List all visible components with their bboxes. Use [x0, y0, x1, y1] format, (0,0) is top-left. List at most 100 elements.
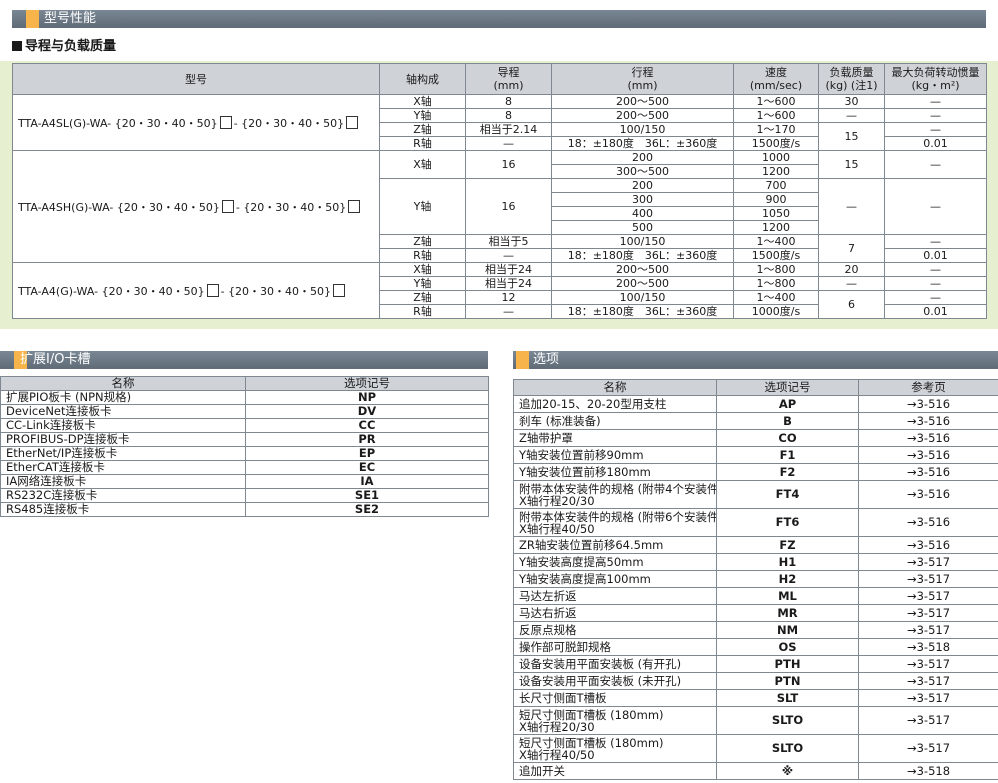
option-name: Y轴安装位置前移90mm — [519, 447, 644, 462]
lead-cell: 16 — [465, 150, 552, 179]
table-row: Y轴安装高度提高50mm H1 →3-517 — [513, 553, 998, 571]
axis-cell: Y轴 — [379, 108, 466, 123]
table-row: CC-Link连接板卡 CC — [0, 418, 489, 433]
lead-cell: 12 — [465, 290, 552, 305]
lead-cell: 相当于24 — [465, 276, 552, 291]
section-accent-mark — [26, 10, 39, 28]
table-row: TTA-A4SL(G)-WA- {20・30・40・50} - {20・30・40… — [12, 94, 987, 151]
option-page-cell: →3-516 — [858, 412, 998, 430]
option-name: Z轴带护罩 — [519, 430, 573, 445]
option-name: 长尺寸侧面T槽板 — [519, 690, 607, 705]
table-row: 操作部可脱卸规格 OS →3-518 — [513, 638, 998, 656]
option-page-cell: →3-517 — [858, 689, 998, 707]
option-code-cell: SLTO — [716, 734, 859, 763]
inertia-cell: — — [884, 94, 987, 109]
axis-cell: Z轴 — [379, 234, 466, 249]
section-header-options: 选项 — [513, 351, 998, 369]
payload-cell: 15 — [818, 150, 885, 179]
option-page-cell: →3-517 — [858, 734, 998, 763]
option-code-cell: FT4 — [716, 480, 859, 509]
option-code-cell: F2 — [716, 463, 859, 481]
lead-cell: 相当于2.14 — [465, 122, 552, 137]
header-page: 参考页 — [858, 379, 998, 396]
table-row: RS485连接板卡 SE2 — [0, 502, 489, 517]
option-name-cell: 附带本体安装件的规格 (附带6个安装件) X轴行程40/50 — [513, 508, 717, 537]
header-payload: 负载质量 (kg) (注1) — [818, 63, 885, 95]
payload-cell: 7 — [818, 234, 885, 263]
option-code-cell: MR — [716, 604, 859, 622]
speed-cell: 1～800 — [733, 262, 819, 277]
inertia-cell: 0.01 — [884, 136, 987, 151]
option-page-cell: →3-518 — [858, 638, 998, 656]
option-name-cell: 马达左折返 — [513, 587, 717, 605]
lead-cell: 相当于5 — [465, 234, 552, 249]
option-page-cell: →3-516 — [858, 446, 998, 464]
speed-cell: 1000度/s — [733, 304, 819, 319]
option-code-cell: F1 — [716, 446, 859, 464]
axis-cell: R轴 — [379, 248, 466, 263]
table-row: PROFIBUS-DP连接板卡 PR — [0, 432, 489, 447]
option-code-cell: SLTO — [716, 706, 859, 735]
inertia-cell: 0.01 — [884, 304, 987, 319]
option-code-cell: ML — [716, 587, 859, 605]
lead-cell: 8 — [465, 108, 552, 123]
speed-cell: 1050 — [733, 206, 819, 221]
table-row: 反原点规格 NM →3-517 — [513, 621, 998, 639]
option-name-note: X轴行程20/30 — [519, 719, 595, 734]
option-name-cell: 设备安装用平面安装板 (未开孔) — [513, 672, 717, 690]
io-table: 名称 选项记号 扩展PIO板卡 (NPN规格) NP DeviceNet连接板卡 DV… — [0, 376, 489, 517]
stroke-cell: 100/150 — [551, 122, 734, 137]
speed-cell: 1～600 — [733, 108, 819, 123]
speed-cell: 1～400 — [733, 290, 819, 305]
option-name-cell: Y轴安装位置前移90mm — [513, 446, 717, 464]
spec-header-row: 型号 轴构成 导程 (mm) 行程 (mm) 速度 (mm/sec) 负载质量 … — [12, 63, 987, 95]
payload-cell: 30 — [818, 94, 885, 109]
option-name: 设备安装用平面安装板 (未开孔) — [519, 673, 682, 688]
stroke-cell: 500 — [551, 220, 734, 235]
axis-cell: X轴 — [379, 150, 466, 179]
payload-cell: — — [818, 108, 885, 123]
table-row: 刹车 (标准装备) B →3-516 — [513, 412, 998, 430]
table-row: 扩展PIO板卡 (NPN规格) NP — [0, 390, 489, 405]
option-name: Y轴安装高度提高100mm — [519, 571, 651, 586]
io-code-cell: SE2 — [245, 502, 489, 517]
io-name-cell: EtherNet/IP连接板卡 — [0, 446, 246, 461]
option-code-cell: NM — [716, 621, 859, 639]
checkbox-placeholder — [206, 283, 219, 297]
inertia-cell: — — [884, 290, 987, 305]
table-row: 马达左折返 ML →3-517 — [513, 587, 998, 605]
table-row: IA网络连接板卡 IA — [0, 474, 489, 489]
speed-cell: 1500度/s — [733, 248, 819, 263]
table-row: Z轴带护罩 CO →3-516 — [513, 429, 998, 447]
option-name-cell: 刹车 (标准装备) — [513, 412, 717, 430]
option-code-cell: OS — [716, 638, 859, 656]
option-name: 设备安装用平面安装板 (有开孔) — [519, 656, 682, 671]
option-page-cell: →3-516 — [858, 395, 998, 413]
option-name-cell: Y轴安装位置前移180mm — [513, 463, 717, 481]
inertia-cell: — — [884, 178, 987, 235]
io-name-cell: 扩展PIO板卡 (NPN规格) — [0, 390, 246, 405]
payload-cell: 6 — [818, 290, 885, 319]
option-name-cell: 追加开关 — [513, 762, 717, 780]
table-row: EtherNet/IP连接板卡 EP — [0, 446, 489, 461]
io-name-cell: EtherCAT连接板卡 — [0, 460, 246, 475]
speed-cell: 1～400 — [733, 234, 819, 249]
stroke-cell: 200 — [551, 150, 734, 165]
table-row: 追加开关 ※ →3-518 — [513, 762, 998, 780]
option-page-cell: →3-517 — [858, 706, 998, 735]
table-row: 附带本体安装件的规格 (附带6个安装件) X轴行程40/50 FT6 →3-516 — [513, 508, 998, 537]
option-name: 短尺寸侧面T槽板 (180mm) — [519, 735, 664, 750]
inertia-cell: — — [884, 234, 987, 249]
header-speed: 速度 (mm/sec) — [733, 63, 819, 95]
option-name: 附带本体安装件的规格 (附带4个安装件) — [519, 481, 717, 496]
model-cell: TTA-A4SH(G)-WA- {20・30・40・50} - {20・30・40… — [12, 150, 380, 263]
option-name-cell: Y轴安装高度提高100mm — [513, 570, 717, 588]
subtitle: 导程与负载质量 — [12, 39, 116, 55]
option-name: 马达左折返 — [519, 588, 577, 603]
payload-cell: 20 — [818, 262, 885, 277]
speed-cell: 700 — [733, 178, 819, 193]
speed-cell: 1000 — [733, 150, 819, 165]
checkbox-placeholder — [348, 199, 361, 213]
table-row: 设备安装用平面安装板 (未开孔) PTN →3-517 — [513, 672, 998, 690]
io-code-cell: CC — [245, 418, 489, 433]
